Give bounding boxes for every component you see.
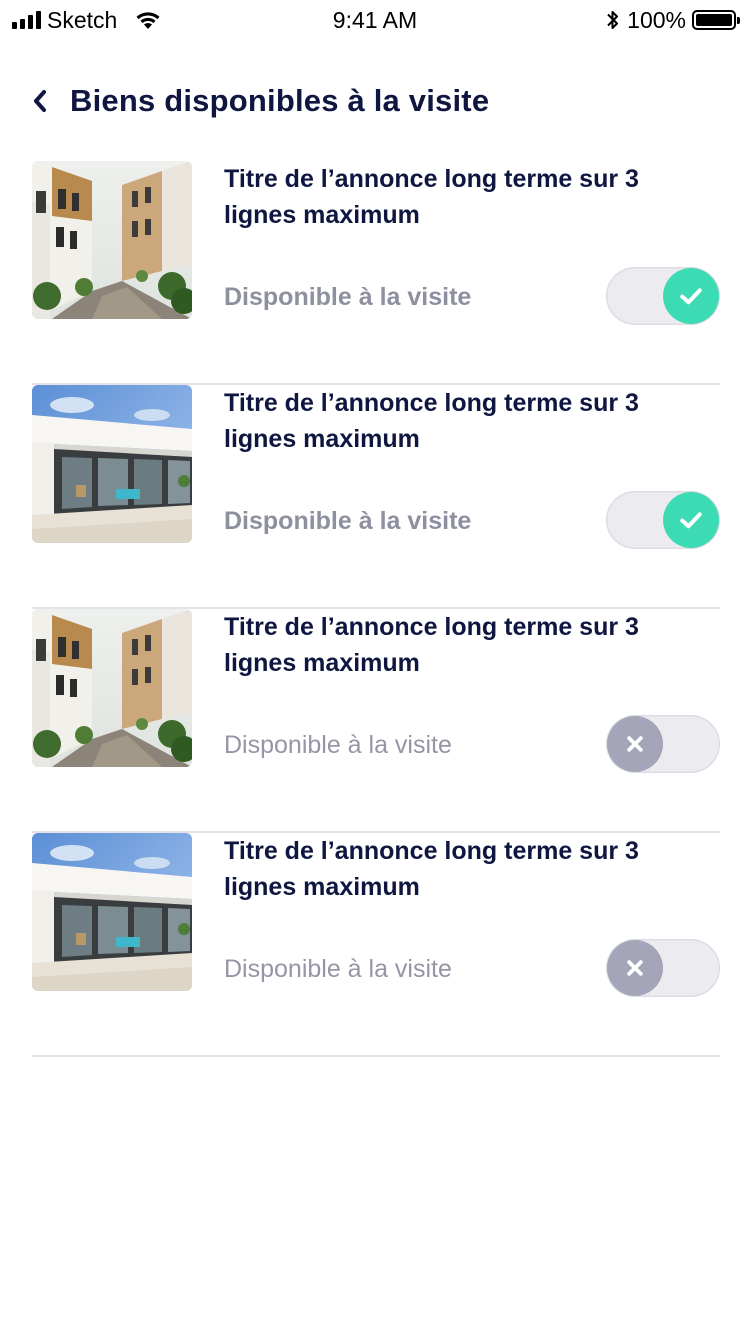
availability-label: Disponible à la visite xyxy=(224,955,452,983)
availability-label: Disponible à la visite xyxy=(224,283,472,311)
availability-toggle[interactable] xyxy=(606,267,720,325)
availability-toggle[interactable] xyxy=(606,939,720,997)
property-photo xyxy=(32,161,192,319)
page-title: Biens disponibles à la visite xyxy=(70,83,490,118)
battery-percentage: 100% xyxy=(627,6,686,33)
check-icon xyxy=(676,505,706,535)
availability-toggle[interactable] xyxy=(606,491,720,549)
close-icon xyxy=(621,730,649,758)
toggle-knob xyxy=(663,268,719,324)
divider xyxy=(32,1055,720,1057)
listing-title: Titre de l’annonce long terme sur 3 lign… xyxy=(224,613,639,677)
check-icon xyxy=(676,281,706,311)
property-photo xyxy=(32,385,192,543)
listing-title: Titre de l’annonce long terme sur 3 lign… xyxy=(224,389,639,453)
availability-label: Disponible à la visite xyxy=(224,731,452,759)
property-photo xyxy=(32,609,192,767)
toggle-knob xyxy=(607,716,663,772)
availability-toggle[interactable] xyxy=(606,715,720,773)
listing-title: Titre de l’annonce long terme sur 3 lign… xyxy=(224,837,639,901)
listing-item[interactable]: Titre de l’annonce long terme sur 3 lign… xyxy=(32,609,720,833)
status-bar: Sketch 9:41 AM 100% xyxy=(0,0,750,40)
property-photo xyxy=(32,833,192,991)
toggle-knob xyxy=(607,940,663,996)
listing-item[interactable]: Titre de l’annonce long terme sur 3 lign… xyxy=(32,833,720,1057)
availability-label: Disponible à la visite xyxy=(224,507,472,535)
bluetooth-icon xyxy=(607,11,619,29)
header: Biens disponibles à la visite xyxy=(30,78,489,124)
listing-item[interactable]: Titre de l’annonce long terme sur 3 lign… xyxy=(32,161,720,385)
listing-item[interactable]: Titre de l’annonce long terme sur 3 lign… xyxy=(32,385,720,609)
chevron-left-icon xyxy=(34,90,46,112)
back-button[interactable] xyxy=(30,81,58,121)
battery-icon xyxy=(692,10,740,30)
toggle-knob xyxy=(663,492,719,548)
status-right: 100% xyxy=(605,6,740,34)
listing-title: Titre de l’annonce long terme sur 3 lign… xyxy=(224,165,639,229)
close-icon xyxy=(621,954,649,982)
